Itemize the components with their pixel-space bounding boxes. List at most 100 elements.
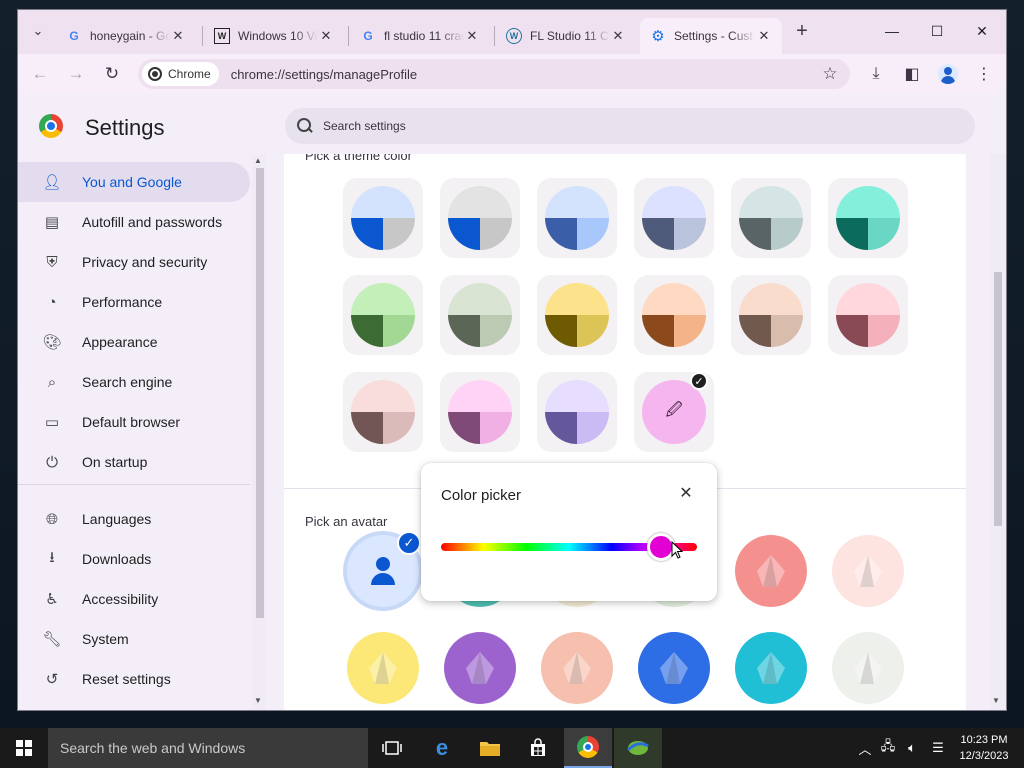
task-view-icon [382, 741, 402, 755]
arrow-left-icon: ← [31, 64, 49, 83]
scroll-up-arrow-icon[interactable]: ▲ [254, 156, 262, 165]
edge-icon: e [435, 735, 449, 760]
avatar-origami-rabbit[interactable] [735, 632, 807, 704]
store-taskbar-button[interactable] [514, 728, 562, 768]
theme-color-swatch[interactable] [828, 275, 908, 355]
chrome-taskbar-button[interactable] [564, 728, 612, 768]
tab-search-button[interactable]: ⌄ [26, 19, 50, 43]
close-picker-button[interactable]: ✕ [676, 483, 696, 503]
show-hidden-icons-button[interactable]: ︿ [856, 728, 874, 768]
browser-window: ⌄ G honeygain - Go ✕ W Windows 10 Vi ✕ G… [18, 10, 1006, 710]
close-window-button[interactable]: ✕ [960, 16, 1004, 46]
tab-title: fl studio 11 crac [384, 29, 464, 43]
theme-color-swatch[interactable] [343, 275, 423, 355]
close-tab-icon[interactable]: ✕ [464, 28, 480, 44]
search-settings-input[interactable]: Search settings [285, 108, 975, 144]
sidebar-item-you-and-google[interactable]: 👤︎ You and Google [18, 162, 250, 202]
back-button[interactable]: ← [28, 62, 52, 86]
theme-color-swatch[interactable] [440, 178, 520, 258]
sidebar-item-label: Accessibility [82, 591, 159, 607]
wrench-icon: 🔧︎ [42, 631, 62, 648]
taskbar-search-input[interactable]: Search the web and Windows [48, 728, 368, 768]
reload-button[interactable]: ↻ [100, 62, 124, 86]
theme-color-swatch[interactable] [343, 178, 423, 258]
avatar-origami-panda[interactable] [444, 632, 516, 704]
close-tab-icon[interactable]: ✕ [756, 28, 772, 44]
theme-color-swatch[interactable] [537, 178, 617, 258]
avatar-origami-unicorn[interactable] [832, 632, 904, 704]
side-panel-icon: ◧ [904, 66, 920, 83]
theme-color-swatch[interactable] [634, 275, 714, 355]
sidebar-item-privacy[interactable]: ⛨ Privacy and security [18, 242, 250, 282]
action-center-button[interactable]: ☰ [928, 728, 948, 768]
sidebar-item-on-startup[interactable]: ⏻ On startup [18, 442, 250, 482]
tab-honeygain[interactable]: G honeygain - Go ✕ [56, 18, 196, 54]
site-info-chip[interactable]: Chrome [142, 62, 219, 86]
theme-color-swatch[interactable] [537, 372, 617, 452]
theme-color-swatch[interactable] [828, 178, 908, 258]
avatar-heading: Pick an avatar [305, 514, 388, 529]
downloads-button[interactable]: ⤓ [864, 62, 888, 86]
sidebar-item-default-browser[interactable]: ▭ Default browser [18, 402, 250, 442]
sidebar-item-performance[interactable]: ◔ Performance [18, 282, 250, 322]
theme-color-swatch[interactable] [731, 275, 811, 355]
task-view-button[interactable] [368, 728, 416, 768]
avatar-origami-penguin[interactable] [541, 632, 613, 704]
sidebar-item-reset-settings[interactable]: ↺ Reset settings [18, 659, 250, 699]
scroll-down-arrow-icon[interactable]: ▼ [992, 696, 1000, 705]
theme-color-swatch[interactable] [440, 275, 520, 355]
main-scrollbar-thumb[interactable] [994, 272, 1002, 526]
forward-button[interactable]: → [64, 62, 88, 86]
sidebar-item-languages[interactable]: 🌐︎ Languages [18, 499, 250, 539]
avatar-origami-fox[interactable] [832, 535, 904, 607]
tab-flstudio-wp[interactable]: W FL Studio 11 Cr ✕ [496, 18, 636, 54]
menu-button[interactable]: ⋮ [972, 62, 996, 86]
close-tab-icon[interactable]: ✕ [170, 28, 186, 44]
minimize-button[interactable]: — [870, 16, 914, 46]
sidebar-item-autofill[interactable]: ▤ Autofill and passwords [18, 202, 250, 242]
sidebar-item-accessibility[interactable]: ♿︎ Accessibility [18, 579, 250, 619]
sidebar-item-downloads[interactable]: ⭳ Downloads [18, 539, 250, 579]
theme-color-swatch[interactable] [440, 372, 520, 452]
sidebar-item-system[interactable]: 🔧︎ System [18, 619, 250, 659]
sidebar-item-appearance[interactable]: 🎨︎ Appearance [18, 322, 250, 362]
avatar-origami-butterfly[interactable] [638, 632, 710, 704]
network-tray-button[interactable]: 🖧︎ [878, 728, 898, 768]
close-tab-icon[interactable]: ✕ [318, 28, 334, 44]
scroll-down-arrow-icon[interactable]: ▼ [254, 696, 262, 705]
chrome-logo-icon [39, 114, 63, 138]
profile-button[interactable] [936, 62, 960, 86]
side-panel-button[interactable]: ◧ [900, 62, 924, 86]
volume-tray-button[interactable]: 🔈︎ [902, 728, 922, 768]
taskbar-clock[interactable]: 10:23 PM 12/3/2023 [956, 732, 1012, 764]
sidebar-item-label: Downloads [82, 551, 152, 567]
edge-taskbar-button[interactable]: e [418, 728, 466, 768]
globe-icon: 🌐︎ [45, 510, 58, 528]
new-tab-button[interactable]: + [790, 19, 814, 43]
sidebar-item-label: Languages [82, 511, 152, 527]
tab-flstudio-search[interactable]: G fl studio 11 crac ✕ [350, 18, 490, 54]
theme-color-circle [448, 380, 512, 444]
sidebar-item-search-engine[interactable]: ⌕ Search engine [18, 362, 250, 402]
maximize-button[interactable]: ☐ [915, 16, 959, 46]
theme-color-swatch[interactable] [731, 178, 811, 258]
theme-color-swatch[interactable] [634, 178, 714, 258]
app-taskbar-button[interactable] [614, 728, 662, 768]
taskbar-search-placeholder: Search the web and Windows [60, 740, 246, 756]
theme-color-swatch[interactable] [343, 372, 423, 452]
start-button[interactable] [0, 728, 48, 768]
bookmark-star-icon[interactable]: ☆ [816, 64, 844, 84]
sidebar-scrollbar-thumb[interactable] [256, 168, 264, 618]
file-explorer-taskbar-button[interactable] [466, 728, 514, 768]
avatar-origami-elephant[interactable] [735, 535, 807, 607]
address-bar[interactable]: Chrome chrome://settings/manageProfile ☆ [138, 59, 850, 89]
tab-settings[interactable]: ⚙ Settings - Cust ✕ [640, 18, 782, 54]
settings-page: Settings Search settings 👤︎ You and Goog… [18, 94, 1006, 710]
sidebar-item-label: You and Google [82, 174, 182, 190]
theme-color-circle [545, 283, 609, 347]
close-tab-icon[interactable]: ✕ [610, 28, 626, 44]
tab-windows10[interactable]: W Windows 10 Vi ✕ [204, 18, 344, 54]
url-text[interactable]: chrome://settings/manageProfile [231, 67, 816, 82]
avatar-origami-monkey[interactable] [347, 632, 419, 704]
theme-color-swatch[interactable] [537, 275, 617, 355]
